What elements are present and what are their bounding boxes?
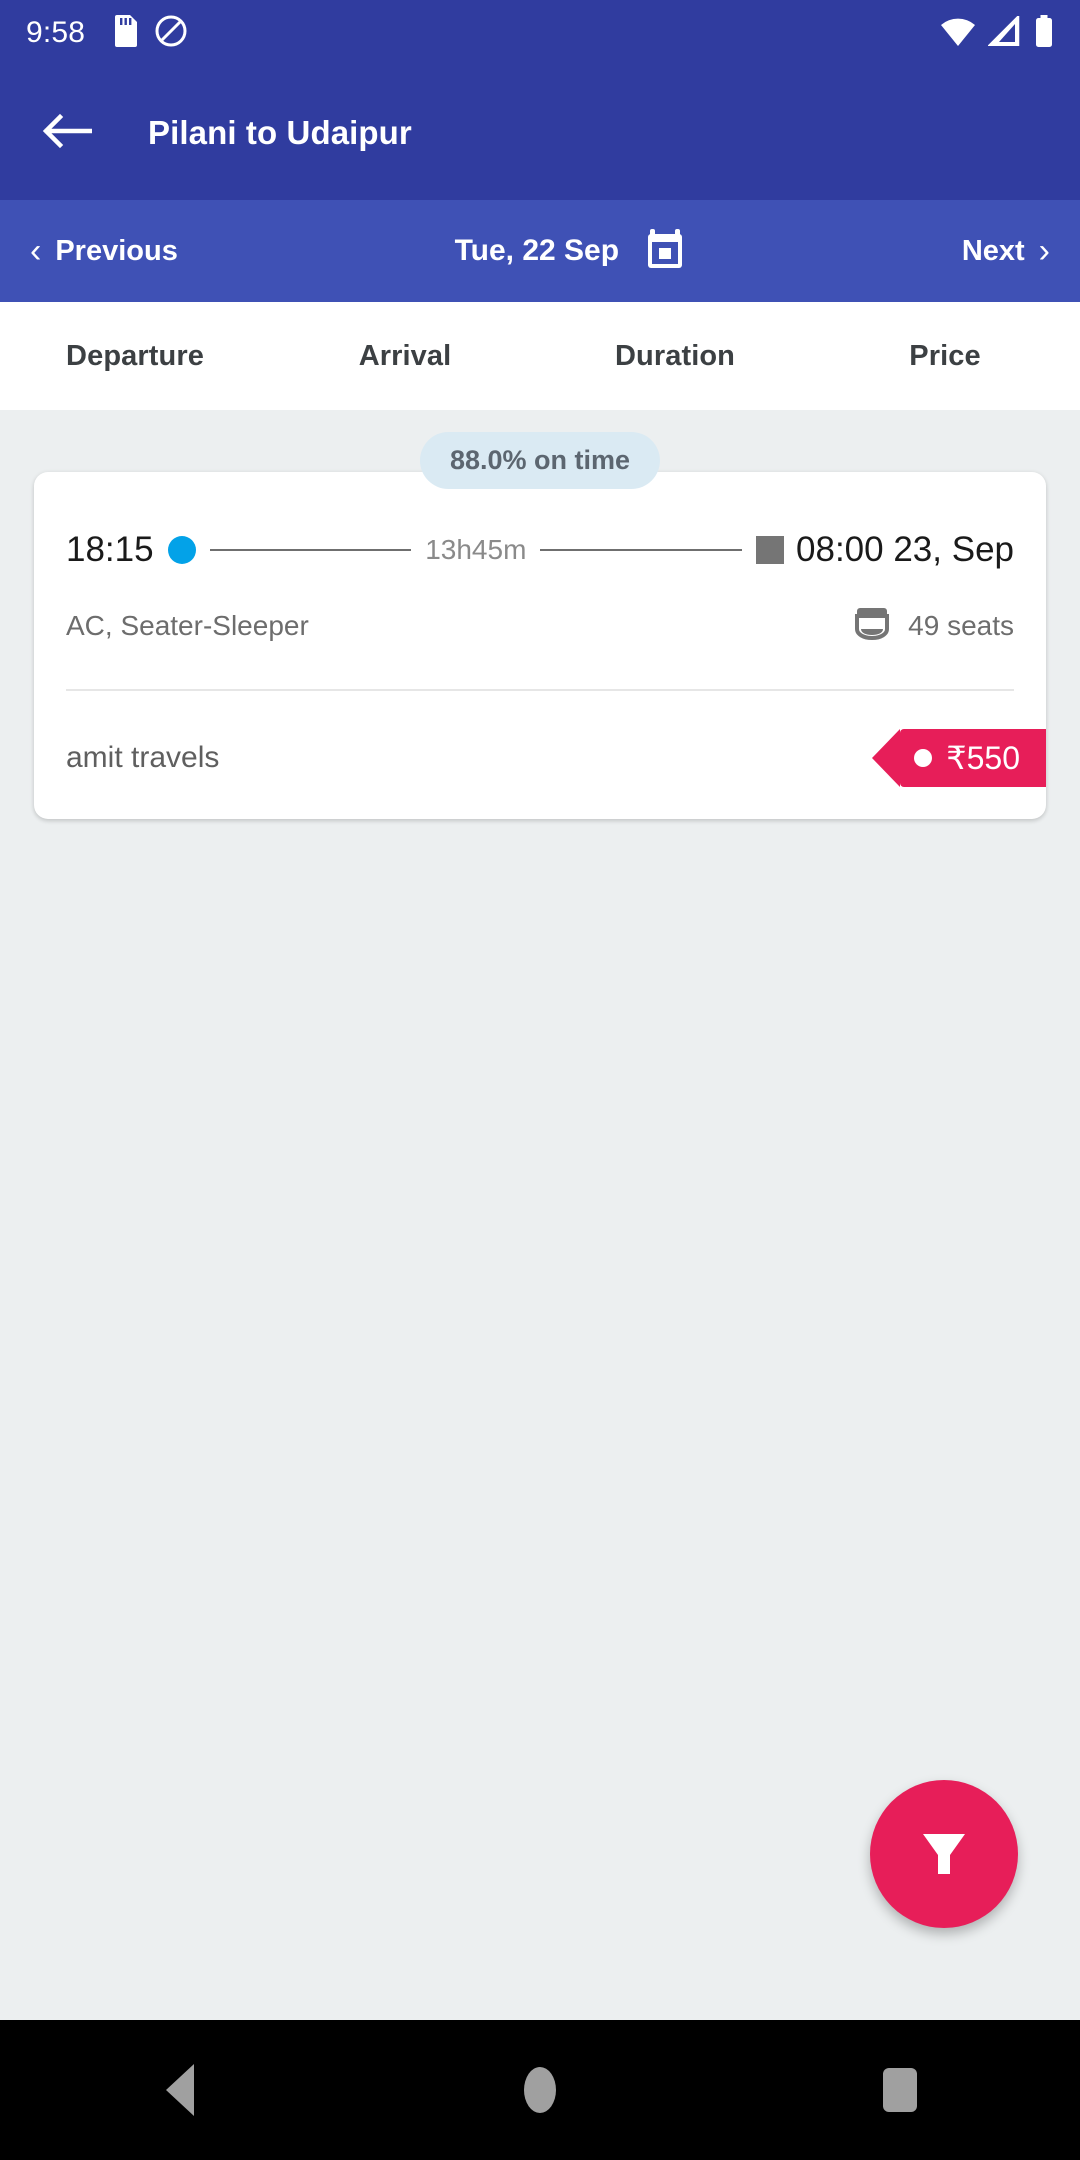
cellular-signal-icon	[986, 13, 1022, 51]
on-time-badge: 88.0% on time	[419, 432, 661, 489]
date-picker-button[interactable]: Tue, 22 Sep	[178, 228, 962, 275]
seat-icon	[852, 604, 892, 647]
page-title: Pilani to Udaipur	[148, 114, 412, 151]
do-not-disturb-icon	[155, 15, 187, 52]
back-button[interactable]	[34, 100, 100, 166]
app-screen: 9:58 Pilani to Udaipur ‹ Previous Tue, 2…	[0, 0, 1080, 2160]
back-arrow-icon	[42, 111, 93, 156]
bus-type-label: AC, Seater-Sleeper	[66, 609, 309, 641]
date-navigation-bar: ‹ Previous Tue, 22 Sep Next ›	[0, 200, 1080, 302]
bus-meta-row: AC, Seater-Sleeper 49 seats	[66, 604, 1014, 647]
tab-arrival[interactable]: Arrival	[270, 340, 540, 373]
filter-funnel-icon	[913, 1821, 975, 1888]
previous-day-button[interactable]: ‹ Previous	[30, 234, 178, 268]
departure-time: 18:15	[66, 530, 154, 569]
nav-home-button[interactable]	[450, 2020, 630, 2160]
wifi-icon	[940, 16, 976, 51]
price-tag-hole-icon	[914, 749, 933, 767]
route-line-left	[209, 549, 412, 551]
sort-tab-bar: Departure Arrival Duration Price	[0, 302, 1080, 410]
next-day-button[interactable]: Next ›	[962, 234, 1050, 268]
previous-label: Previous	[55, 234, 178, 267]
price-tag[interactable]: ₹550	[872, 729, 1046, 787]
calendar-icon	[645, 228, 685, 275]
tab-departure[interactable]: Departure	[0, 340, 270, 373]
nav-back-button[interactable]	[90, 2020, 270, 2160]
chevron-right-icon: ›	[1038, 232, 1050, 270]
next-label: Next	[961, 234, 1025, 267]
nav-home-icon	[524, 2067, 556, 2113]
seats-available-group: 49 seats	[852, 604, 1014, 647]
android-navigation-bar	[0, 2020, 1080, 2160]
nav-recents-icon	[883, 2068, 917, 2112]
price-value: ₹550	[946, 740, 1020, 776]
battery-icon	[1034, 14, 1054, 52]
app-toolbar: Pilani to Udaipur	[0, 66, 1080, 200]
results-list: 88.0% on time 18:15 13h45m 08:00 23, Sep…	[0, 410, 1080, 2020]
operator-row: amit travels ₹550	[66, 727, 1046, 789]
status-left-icons	[111, 14, 187, 52]
result-card-wrapper: 88.0% on time 18:15 13h45m 08:00 23, Sep…	[0, 410, 1080, 819]
arrival-time: 08:00 23, Sep	[796, 530, 1014, 569]
selected-date-label: Tue, 22 Sep	[454, 234, 620, 267]
operator-name: amit travels	[66, 741, 220, 774]
card-divider	[66, 689, 1014, 691]
bus-result-card[interactable]: 18:15 13h45m 08:00 23, Sep AC, Seater-Sl…	[34, 472, 1046, 819]
status-time: 9:58	[26, 16, 86, 49]
journey-duration: 13h45m	[425, 534, 527, 565]
sd-card-icon	[111, 14, 138, 52]
tab-price[interactable]: Price	[810, 340, 1080, 373]
arrival-square-icon	[756, 536, 785, 564]
tab-duration[interactable]: Duration	[540, 340, 810, 373]
nav-recents-button[interactable]	[810, 2020, 990, 2160]
chevron-left-icon: ‹	[30, 232, 42, 270]
status-bar: 9:58	[0, 0, 1080, 66]
seats-count: 49 seats	[908, 609, 1014, 641]
route-line-right	[540, 549, 743, 551]
filter-fab-button[interactable]	[870, 1780, 1018, 1928]
journey-times-row: 18:15 13h45m 08:00 23, Sep	[66, 530, 1014, 570]
nav-back-icon	[166, 2064, 194, 2116]
status-right-icons	[940, 13, 1054, 52]
departure-dot-icon	[167, 536, 196, 564]
